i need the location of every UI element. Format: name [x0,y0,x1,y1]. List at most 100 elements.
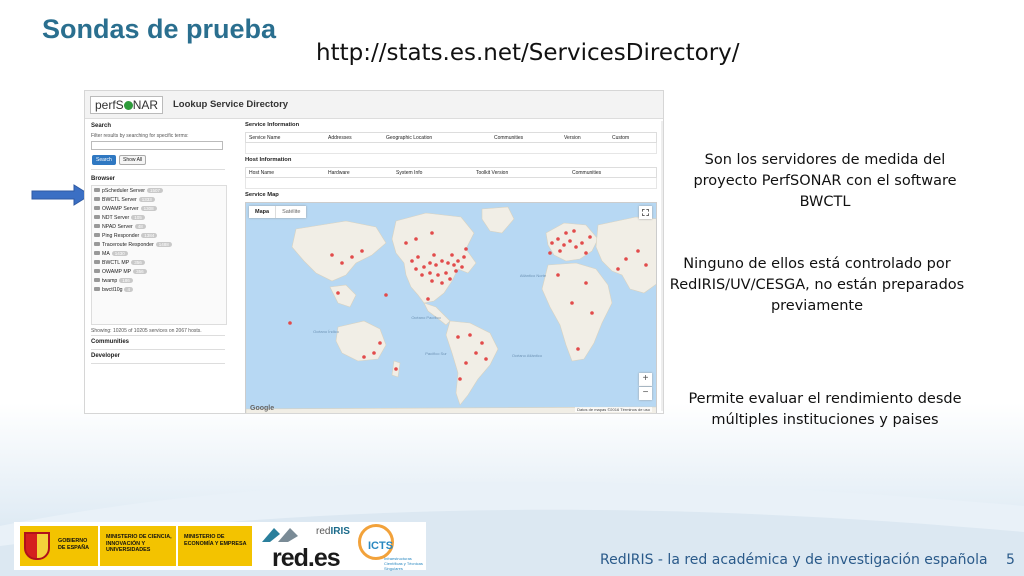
tree-item[interactable]: OWAMP Server 1308 [94,206,157,214]
folder-icon [94,287,100,291]
folder-icon [94,197,100,201]
folder-icon [94,251,100,255]
search-label: Search [91,123,112,129]
ocean-label: Pacífico Sur [425,351,447,356]
service-tree: pScheduler Server 1507 BWCTL Server 1333 O… [91,185,227,325]
zoom-in-button[interactable]: + [639,373,652,386]
tree-item[interactable]: OWAMP MP 356 [94,269,147,277]
lookup-service-directory-screenshot: perfS NAR Lookup Service Directory Search… [84,90,664,414]
logo-dot-icon [123,101,133,110]
divider [91,335,225,336]
coat-of-arms-icon [24,532,50,560]
count-badge: 4 [124,287,133,292]
world-map [246,206,656,413]
arrow-right-icon [31,184,91,206]
folder-icon [94,233,100,237]
app-header: perfS NAR Lookup Service Directory [85,91,663,119]
tree-item[interactable]: NDT Server 105 [94,215,145,223]
tree-item[interactable]: Traceroute Responder 1488 [94,242,172,250]
count-badge: 186 [119,278,133,283]
note-servers: Son los servidores de medida del proyect… [693,152,957,210]
service-map-title: Service Map [245,192,279,198]
tree-item[interactable]: BWCTL MP 356 [94,260,145,268]
folder-icon [94,260,100,264]
count-badge: 48 [134,224,146,229]
column-header[interactable]: System Info [396,170,422,176]
column-header[interactable]: Hardware [328,170,350,176]
folder-icon [94,278,100,282]
column-header[interactable]: Geographic Location [386,135,432,141]
table-row [245,143,657,154]
count-badge: 1333 [138,197,155,202]
count-badge: 356 [131,260,145,265]
services-status: Showing: 10205 of 10205 services on 2067… [91,328,202,334]
count-badge: 356 [133,269,147,274]
tree-item[interactable]: BWCTL Server 1333 [94,197,155,205]
right-panel: Service Information Service Name Address… [243,119,659,413]
redes-symbol-icon [262,528,298,542]
note-control: Ninguno de ellos está controlado por Red… [669,256,965,314]
folder-icon [94,269,100,273]
icts-caption: Infraestructuras Científicas y Técnicas … [384,556,423,571]
tab-satellite[interactable]: Satélite [275,206,306,218]
column-header[interactable]: Communities [494,135,523,141]
search-input[interactable] [91,141,223,150]
tree-item[interactable]: twamp 186 [94,278,133,286]
column-header[interactable]: Service Name [249,135,280,141]
ocean-label: Atlántico Norte [519,273,547,278]
folder-icon [94,215,100,219]
folder-icon [94,188,100,192]
column-header[interactable]: Addresses [328,135,352,141]
page-number: 5 [1006,552,1015,568]
column-header[interactable]: Version [564,135,581,141]
note-performance: Permite evaluar el rendimiento desde múl… [688,391,962,428]
services-directory-url[interactable]: http://stats.es.net/ServicesDirectory/ [316,40,740,66]
redes-logo: red.es [272,544,341,572]
app-title: Lookup Service Directory [173,99,289,110]
rediris-logo: redIRIS [316,526,350,537]
ocean-label: Océano Atlántico [511,353,543,358]
fullscreen-icon [642,209,649,216]
column-header[interactable]: Custom [612,135,629,141]
tree-item[interactable]: Ping Responder 1384 [94,233,158,241]
browser-label: Browser [91,176,116,182]
column-header[interactable]: Communities [572,170,601,176]
developer-section[interactable]: Developer [91,353,120,359]
show-all-button[interactable]: Show All [119,155,147,165]
tree-item[interactable]: NPAD Server 48 [94,224,146,232]
count-badge: 1507 [146,188,163,193]
divider [91,363,225,364]
communities-section[interactable]: Communities [91,339,129,345]
divider [91,169,225,170]
service-information-table-header: Service Name Addresses Geographic Locati… [245,132,657,143]
search-hint: Filter results by searching for specific… [91,133,189,139]
icts-logo: ICTS [368,540,394,552]
column-header[interactable]: Toolkit Version [476,170,508,176]
host-information-title: Host Information [245,157,292,163]
perfsonar-logo[interactable]: perfS NAR [90,96,164,114]
tree-item[interactable]: bwctl10g 4 [94,287,133,295]
left-panel: Search Filter results by searching for s… [89,121,227,411]
map-copyright: Datos de mapas ©2016 Términos de uso [575,407,652,412]
tab-map[interactable]: Mapa [249,206,275,218]
folder-icon [94,242,100,246]
tree-item[interactable]: MA 1430 [94,251,128,259]
gobierno-logo: GOBIERNO DE ESPAÑA MINISTERIO DE CIENCIA… [20,526,252,566]
folder-icon [94,206,100,210]
host-information-table-header: Host Name Hardware System Info Toolkit V… [245,167,657,178]
column-header[interactable]: Host Name [249,170,274,176]
service-map[interactable]: Océano Pacífico Atlántico Norte Pacífico… [245,202,657,413]
table-row [245,178,657,189]
search-button[interactable]: Search [92,155,116,165]
fullscreen-button[interactable] [639,206,652,219]
folder-icon [94,224,100,228]
tree-item[interactable]: pScheduler Server 1507 [94,188,163,196]
count-badge: 1430 [111,251,128,256]
ocean-label: Océano Pacífico [411,315,441,320]
ocean-label: Océano Índico [313,329,339,334]
divider [91,349,225,350]
count-badge: 1308 [140,206,157,211]
zoom-out-button[interactable]: − [639,387,652,400]
count-badge: 1384 [141,233,158,238]
google-logo: Google [250,405,275,412]
